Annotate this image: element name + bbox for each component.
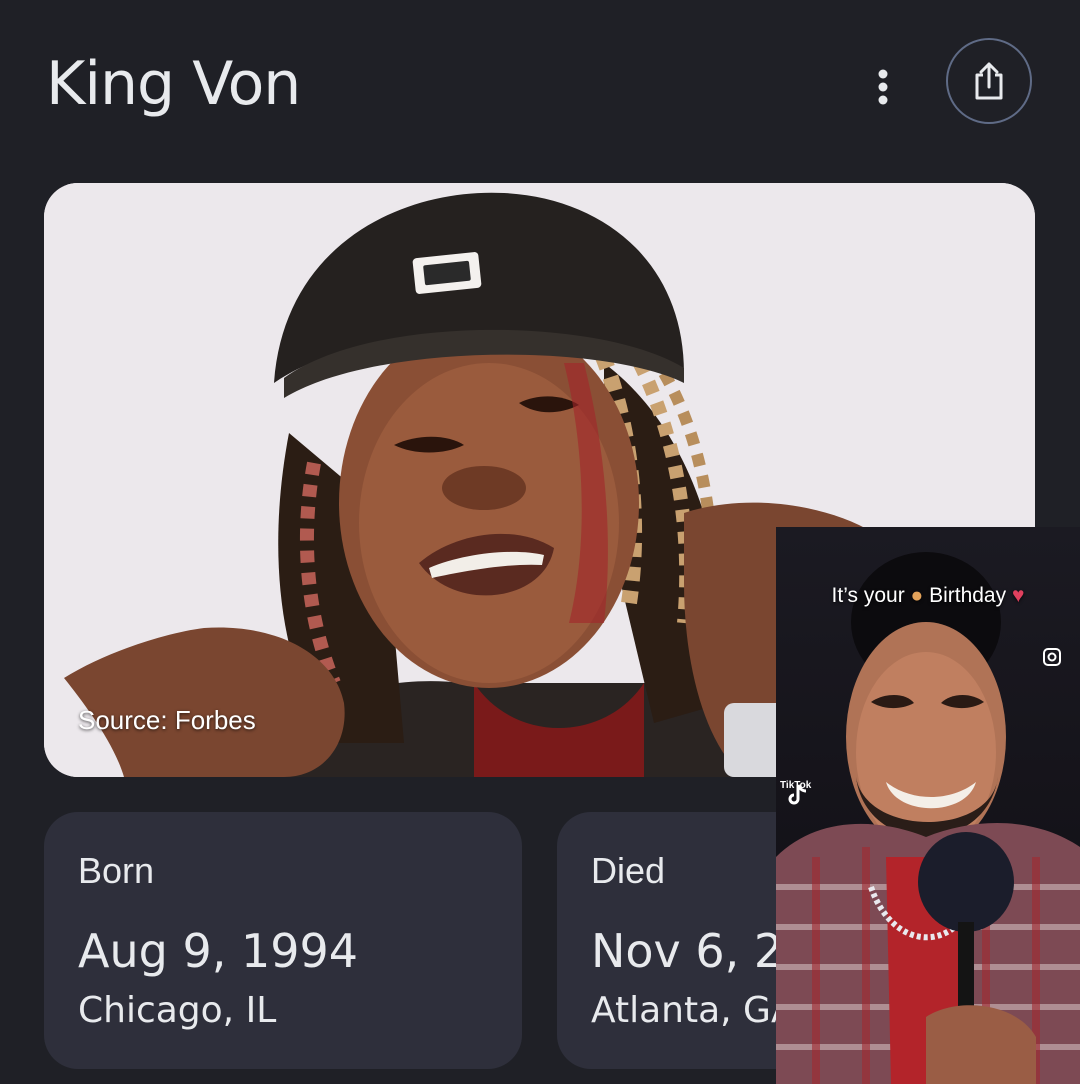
- more-options-button[interactable]: [858, 62, 908, 112]
- born-label: Born: [78, 850, 155, 891]
- born-card[interactable]: Born Aug 9, 1994 Chicago, IL: [44, 812, 522, 1069]
- more-vert-icon: [878, 69, 888, 105]
- caption-start: It’s your: [831, 584, 905, 607]
- overlay-caption: It’s your ● Birthday ♥: [776, 584, 1080, 608]
- knowledge-panel: King Von Source: Forbes Born Aug 9, 1994…: [0, 0, 1080, 1084]
- image-source-label: Source: Forbes: [78, 705, 256, 735]
- died-label: Died: [591, 850, 666, 891]
- born-place: Chicago, IL: [78, 990, 277, 1031]
- overlay-video-player[interactable]: It’s your ● Birthday ♥ TikTok: [776, 527, 1080, 1084]
- share-icon: [975, 62, 1003, 100]
- heart-icon: ♥: [1011, 584, 1025, 607]
- page-title: King Von: [46, 49, 301, 119]
- share-button[interactable]: [946, 38, 1032, 124]
- born-date: Aug 9, 1994: [78, 924, 359, 978]
- cake-emoji-icon: ●: [910, 584, 924, 607]
- tiktok-watermark: TikTok: [780, 780, 812, 791]
- died-date: Nov 6, 2: [591, 924, 784, 978]
- died-place: Atlanta, GA: [591, 990, 796, 1031]
- caption-end: Birthday: [929, 584, 1007, 607]
- video-frame: [776, 527, 1080, 1084]
